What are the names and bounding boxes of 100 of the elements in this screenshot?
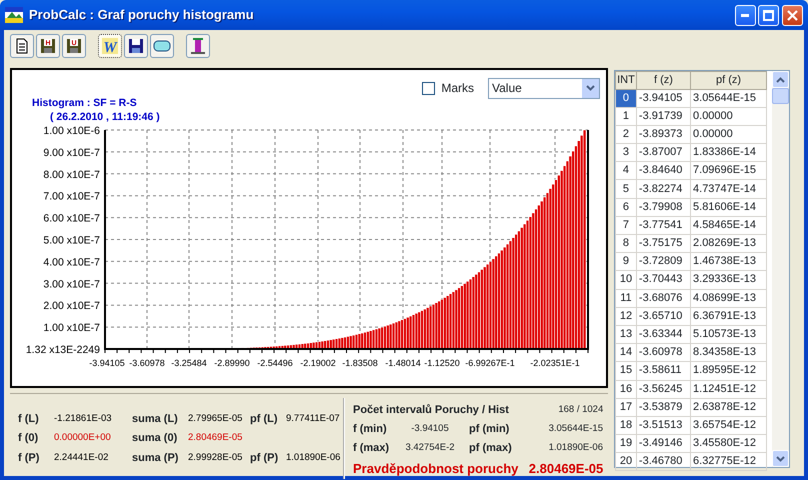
close-icon [787,10,798,20]
column-header[interactable]: INT [616,72,636,89]
table-cell[interactable]: 5 [616,180,636,198]
marks-label: Marks [441,80,474,97]
scrollbar[interactable] [772,71,789,467]
table-cell[interactable]: 19 [616,434,636,453]
field-label: f (0) [18,431,40,446]
x-axis-label: -3.25484 [171,358,207,368]
table-cell: 1.12451E-12 [690,380,766,398]
table-cell[interactable]: 0 [616,89,636,108]
table-cell: 5.81606E-14 [690,198,766,216]
table-cell: 2.63878E-12 [690,398,766,416]
x-axis-label: -3.60978 [129,358,165,368]
table-cell: -3.63344 [636,325,691,344]
chart-title: Histogram : SF = R-S [31,96,138,110]
scroll-down-button[interactable] [772,450,789,467]
y-axis-label: 8.00 x10E-7 [43,168,100,181]
table-cell: -3.65710 [636,307,691,326]
field-label: f (max) [353,440,390,456]
table-cell[interactable]: 4 [616,162,636,180]
y-axis-label: 4.00 x10E-7 [43,256,100,268]
field-value: -1.21861E-03 [54,412,113,426]
x-axis-label: -2.89990 [214,358,250,368]
table-cell[interactable]: 11 [616,289,636,308]
table-cell: 4.08699E-13 [690,289,766,308]
table-cell: -3.53879 [636,398,691,416]
field-label: f (min) [353,422,388,438]
x-axis-label: -2.19002 [300,358,336,368]
scroll-up-button[interactable] [772,71,789,88]
table-cell: -3.68076 [636,289,691,308]
table-cell[interactable]: 2 [616,125,636,144]
table-cell: 4.58465E-14 [690,216,766,234]
table-cell: 1.89595E-12 [690,362,766,380]
table-cell[interactable]: 15 [616,362,636,380]
table-cell: 1.83386E-14 [690,144,766,162]
toolbar-button[interactable] [186,34,210,58]
table-cell[interactable]: 14 [616,344,636,362]
table-cell[interactable]: 7 [616,216,636,234]
field-value: 3.42754E-2 [404,440,456,455]
table-cell[interactable]: 8 [616,234,636,253]
table-cell: 0.00000 [690,125,766,144]
table-cell: -3.75175 [636,234,691,253]
table-cell: 8.34358E-13 [690,344,766,362]
table-cell: -3.70443 [636,270,691,290]
table-cell[interactable]: 12 [616,307,636,326]
table-cell[interactable]: 3 [616,144,636,162]
field-label: pf (max) [469,440,513,456]
table-cell: 3.29336E-13 [690,270,766,290]
table-cell[interactable]: 9 [616,252,636,271]
table-cell[interactable]: 6 [616,198,636,216]
table-cell: -3.72809 [636,252,691,271]
probability-value: 2.80469E-05 [528,460,604,478]
x-axis-label: -1.83508 [342,358,378,368]
column-header[interactable]: f (z) [636,72,691,89]
marks-checkbox[interactable] [422,82,436,94]
field-value: 9.77411E-07 [286,412,341,426]
table-cell: 5.10573E-13 [690,325,766,344]
table-cell[interactable]: 13 [616,325,636,344]
table-cell: 6.36791E-13 [690,307,766,326]
interval-count: 168 / 1024 [558,403,604,418]
y-axis-label: 6.00 x10E-7 [43,212,100,225]
table-cell[interactable]: 17 [616,398,636,416]
column-header[interactable]: pf (z) [690,72,766,89]
table-cell: 7.09696E-15 [690,162,766,180]
maximize-button[interactable] [758,4,780,26]
table-cell: 2.08269E-13 [690,234,766,253]
table-cell[interactable]: 16 [616,380,636,398]
field-label: suma (L) [132,412,179,426]
mode-dropdown[interactable]: Value [488,78,600,98]
field-value: 1.01890E-06 [286,450,342,465]
field-label: pf (L) [250,412,278,426]
y-axis-label: 1.00 x10E-6 [43,125,100,137]
app-icon [5,7,23,23]
scroll-thumb[interactable] [772,88,789,104]
toolbar-button[interactable] [10,34,34,58]
minimize-button[interactable] [734,4,756,26]
field-label: pf (P) [250,450,280,466]
table-cell[interactable]: 10 [616,270,636,290]
toolbar-button[interactable] [150,34,174,58]
table-cell[interactable]: 18 [616,416,636,435]
y-axis-label: 5.00 x10E-7 [43,234,100,246]
table-cell: -3.58611 [636,362,691,380]
field-label: pf (min) [469,422,510,438]
table-cell: 0.00000 [690,107,766,126]
field-label: f (P) [18,450,40,466]
field-label: f (L) [18,412,40,426]
section-heading: Počet intervalů Poruchy / Hist [353,403,509,418]
table-cell[interactable]: 1 [616,107,636,126]
close-button[interactable] [782,4,803,26]
table-cell: -3.56245 [636,380,691,398]
table-cell: 3.45580E-12 [690,434,766,453]
table-cell: 3.65754E-12 [690,416,766,435]
chevron-up-icon [776,76,785,82]
maximize-icon [763,10,774,20]
toolbar-button[interactable] [124,34,148,58]
table-cell: 3.05644E-15 [690,89,766,108]
table-cell: -3.87007 [636,144,691,162]
table-cell: -3.79908 [636,198,691,216]
table-cell: -3.77541 [636,216,691,234]
table-cell[interactable]: 20 [616,452,636,471]
